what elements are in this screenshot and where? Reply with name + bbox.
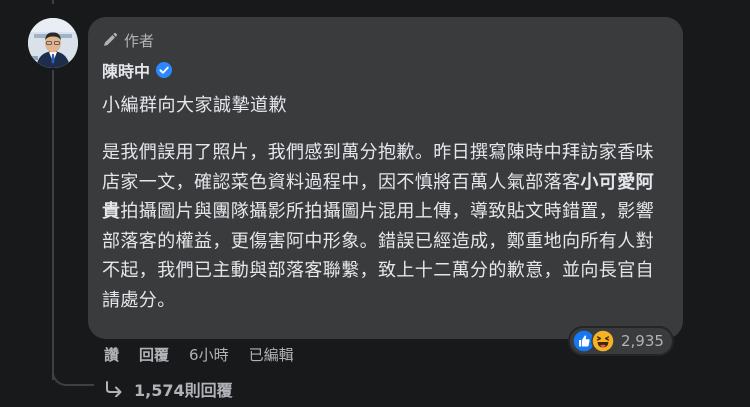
reply-arrow-icon — [106, 381, 122, 397]
reaction-summary[interactable]: 2,935 — [568, 326, 674, 356]
view-replies-link[interactable]: 1,574則回覆 — [104, 376, 233, 402]
haha-icon — [591, 329, 615, 353]
edited-label[interactable]: 已編輯 — [249, 344, 294, 365]
replies-count-label: 1,574則回覆 — [134, 381, 233, 400]
comment-actions: 讚 回覆 6小時 已編輯 — [104, 342, 314, 366]
thread-connector — [52, 348, 94, 386]
thread-line-top — [52, 0, 54, 4]
comment-title-line: 小編群向大家誠摯道歉 — [102, 95, 287, 116]
author-badge: 作者 — [102, 29, 667, 51]
comment-body-text: 是我們誤用了照片，我們感到萬分抱歉。昨日撰寫陳時中拜訪家香味店家一文，確認菜色資… — [102, 142, 654, 193]
reply-button[interactable]: 回覆 — [139, 344, 169, 365]
avatar[interactable] — [28, 18, 78, 68]
reaction-count: 2,935 — [621, 332, 664, 350]
comment-timestamp[interactable]: 6小時 — [189, 344, 229, 365]
verified-badge-icon — [156, 62, 173, 78]
comment-body: 是我們誤用了照片，我們感到萬分抱歉。昨日撰寫陳時中拜訪家香味店家一文，確認菜色資… — [102, 138, 667, 315]
thread-line — [52, 70, 54, 380]
author-name[interactable]: 陳時中 — [102, 58, 150, 82]
avatar-photo — [28, 18, 78, 68]
author-badge-label: 作者 — [124, 31, 155, 50]
pencil-icon — [104, 32, 118, 46]
comment-bubble: 作者 陳時中 小編群向大家誠摯道歉 是我們誤用了照片，我們感到萬分抱歉。昨日撰寫… — [88, 17, 683, 339]
like-button[interactable]: 讚 — [104, 344, 119, 365]
comment-body-text-cont: 拍攝圖片與團隊攝影所拍攝圖片混用上傳，導致貼文時錯置，影響部落客的權益，更傷害阿… — [102, 201, 655, 311]
